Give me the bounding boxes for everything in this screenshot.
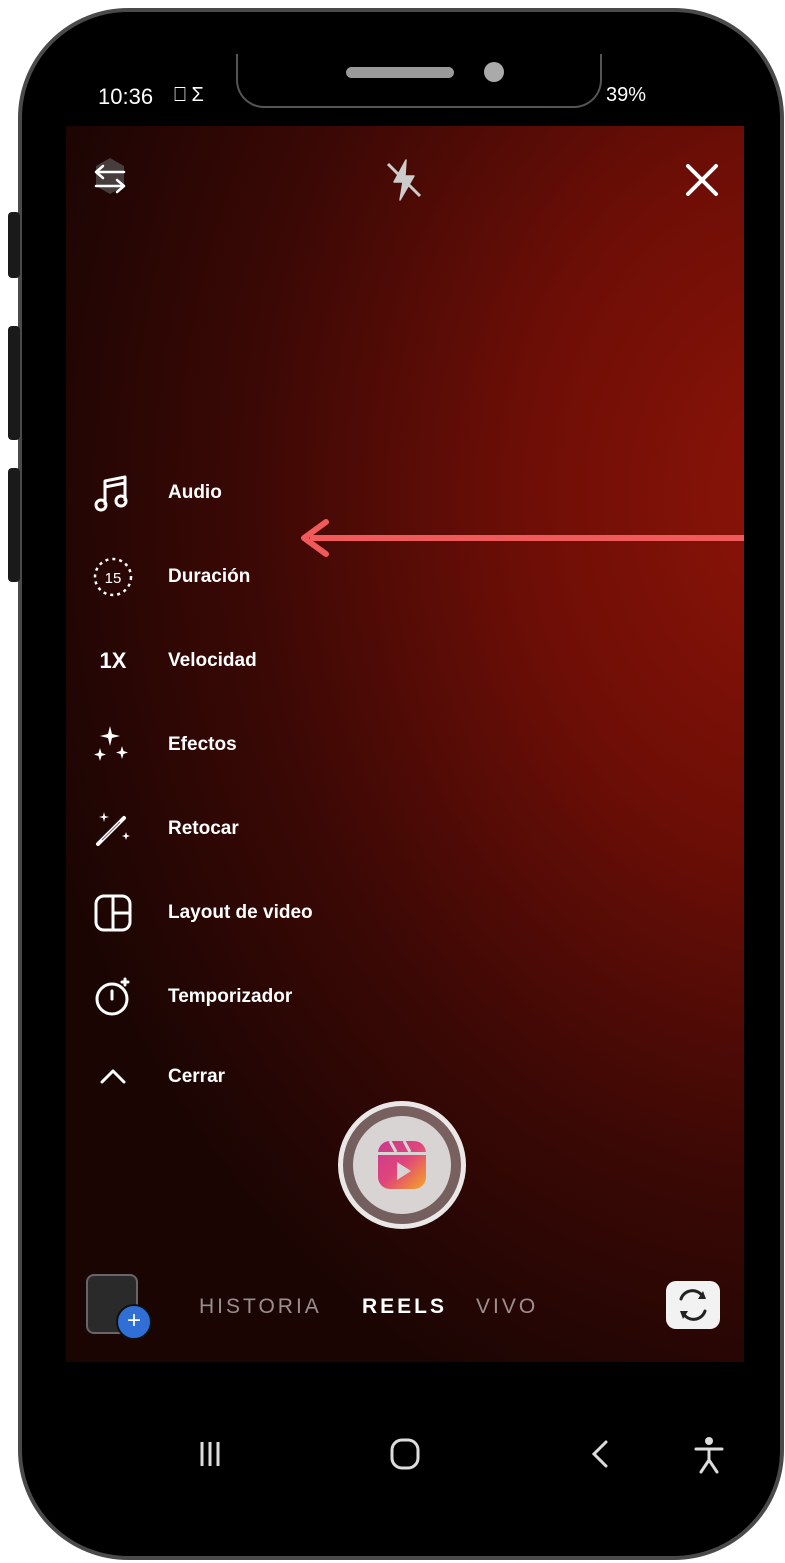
record-button[interactable] xyxy=(338,1101,466,1229)
menu-label-layout: Layout de video xyxy=(168,902,313,923)
reels-icon xyxy=(378,1140,426,1189)
menu-label-retocar: Retocar xyxy=(168,818,239,839)
menu-item-audio[interactable]: Audio xyxy=(86,468,222,518)
menu-label-temporizador: Temporizador xyxy=(168,986,293,1007)
menu-label-audio: Audio xyxy=(168,482,222,503)
status-time: 10:36 xyxy=(98,84,154,109)
menu-item-cerrar[interactable]: Cerrar xyxy=(86,1052,225,1102)
android-nav-bar xyxy=(66,1424,744,1484)
mode-vivo[interactable]: VIVO xyxy=(476,1295,538,1319)
stopwatch-icon xyxy=(86,974,140,1020)
menu-label-cerrar: Cerrar xyxy=(168,1066,226,1087)
menu-item-velocidad[interactable]: 1X Velocidad xyxy=(86,636,257,686)
mode-reels[interactable]: REELS xyxy=(362,1295,447,1319)
menu-item-retocar[interactable]: Retocar xyxy=(86,804,239,854)
status-bar: 10:36 ⎕ Σ 39% xyxy=(66,54,744,126)
flash-off-icon[interactable] xyxy=(380,156,428,209)
front-camera xyxy=(484,62,504,82)
sparkles-icon xyxy=(86,722,140,768)
menu-label-duracion: Duración xyxy=(168,566,251,587)
power-button xyxy=(8,468,20,582)
menu-label-velocidad: Velocidad xyxy=(168,650,257,671)
volume-up-button xyxy=(8,212,20,278)
speed-icon: 1X xyxy=(86,638,140,684)
camera-flip-icon xyxy=(679,1289,707,1321)
speed-badge: 1X xyxy=(99,648,127,673)
back-icon[interactable] xyxy=(586,1438,616,1470)
recent-apps-icon[interactable] xyxy=(194,1438,226,1470)
mode-historia[interactable]: HISTORIA xyxy=(199,1295,322,1319)
mode-selector: HISTORIA REELS VIVO xyxy=(66,1279,744,1339)
home-icon[interactable] xyxy=(388,1436,422,1472)
menu-item-temporizador[interactable]: Temporizador xyxy=(86,972,292,1022)
camera-notch xyxy=(236,54,602,108)
screen: 10:36 ⎕ Σ 39% Audio 15 Duración 1X Veloc… xyxy=(66,54,744,1524)
record-button-inner xyxy=(353,1116,451,1214)
menu-item-duracion[interactable]: 15 Duración xyxy=(86,552,250,602)
battery-level: 39% xyxy=(605,84,646,106)
chevron-up-icon xyxy=(86,1054,140,1100)
timer-badge: 15 xyxy=(105,570,122,587)
annotation-arrow xyxy=(301,519,744,557)
magic-wand-icon xyxy=(86,806,140,852)
timer-15-icon: 15 xyxy=(86,554,140,600)
camera-viewport[interactable]: Audio 15 Duración 1X Velocidad Efectos R… xyxy=(66,126,744,1362)
menu-label-efectos: Efectos xyxy=(168,734,237,755)
menu-item-layout[interactable]: Layout de video xyxy=(86,888,313,938)
volume-down-button xyxy=(8,326,20,440)
earpiece-speaker xyxy=(346,67,454,78)
flip-camera-button[interactable] xyxy=(666,1281,720,1329)
accessibility-icon[interactable] xyxy=(692,1436,726,1474)
layout-grid-icon xyxy=(86,890,140,936)
music-note-icon xyxy=(86,470,140,516)
swap-arrows-icon[interactable] xyxy=(86,156,134,209)
menu-item-efectos[interactable]: Efectos xyxy=(86,720,237,770)
status-notification-icons: ⎕ Σ xyxy=(174,84,204,106)
close-icon[interactable] xyxy=(680,158,724,207)
